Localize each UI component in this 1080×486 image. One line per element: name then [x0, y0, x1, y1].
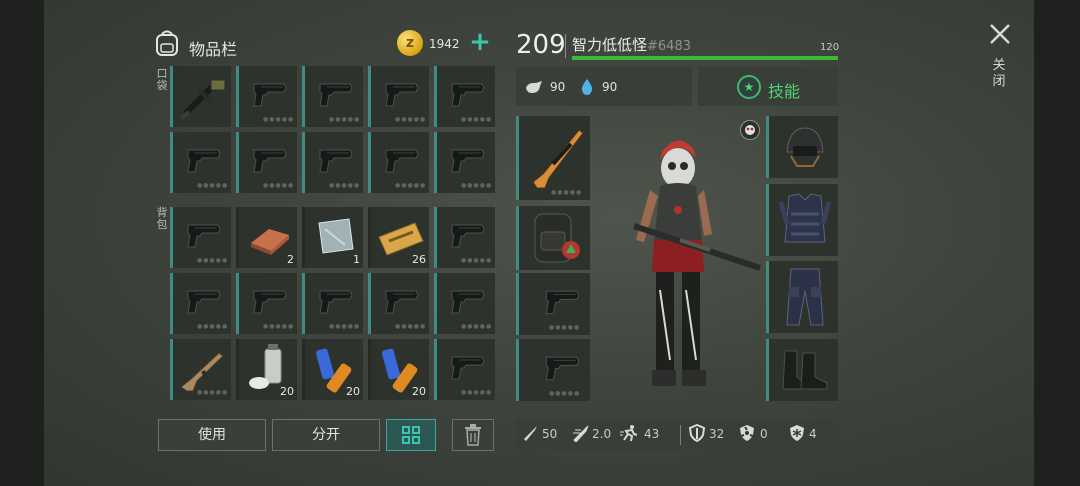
- inventory-slot[interactable]: [170, 66, 231, 127]
- item-quantity: 2: [287, 253, 294, 266]
- inventory-title: 物品栏: [189, 40, 238, 59]
- inventory-slot[interactable]: ●●●●●: [368, 66, 429, 127]
- inventory-slot[interactable]: 20: [368, 339, 429, 400]
- grid-view-button[interactable]: [386, 419, 436, 451]
- food-value: 90: [550, 80, 566, 94]
- item-quantity: 20: [346, 385, 360, 398]
- header-divider: [565, 34, 566, 58]
- equip-slot-backpack[interactable]: [516, 206, 590, 270]
- pants-icon: [786, 268, 824, 326]
- player-name: 智力低低怪: [572, 36, 648, 54]
- character-model: [633, 140, 761, 386]
- xp-bar: [572, 56, 838, 60]
- cold-value: 4: [809, 427, 817, 441]
- running-icon: [620, 425, 638, 442]
- inventory-slot[interactable]: 26: [368, 207, 429, 268]
- grid-icon: [402, 426, 420, 444]
- attack-value: 50: [542, 427, 558, 441]
- add-coins-button[interactable]: +: [468, 29, 492, 55]
- item-quantity: 20: [280, 385, 294, 398]
- body-armor-icon: [778, 193, 832, 243]
- inventory-slot[interactable]: ●●●●●: [170, 339, 231, 400]
- inventory-slot[interactable]: 1: [302, 207, 363, 268]
- close-button-label[interactable]: 关闭: [991, 58, 1007, 90]
- speed-value: 43: [644, 427, 660, 441]
- equip-slot-armor[interactable]: [766, 184, 838, 256]
- attack-icon: [524, 426, 537, 441]
- food-icon: [526, 81, 542, 93]
- inventory-slot[interactable]: ●●●●●: [236, 66, 297, 127]
- pockets-label: 口袋: [156, 67, 168, 92]
- inventory-slot[interactable]: ●●●●●: [170, 132, 231, 193]
- star-icon: ★: [737, 75, 761, 99]
- xp-max: 120: [820, 42, 840, 53]
- player-name-row: 智力低低怪#6483: [572, 34, 691, 55]
- rifle-icon: [532, 129, 584, 189]
- item-quantity: 1: [353, 253, 360, 266]
- inventory-slot[interactable]: ●●●●●: [434, 273, 495, 334]
- delete-button[interactable]: [452, 419, 494, 451]
- clan-badge-icon: [740, 120, 760, 140]
- item-quantity: 20: [412, 385, 426, 398]
- coin-amount: 1942: [429, 37, 460, 51]
- item-quantity: 26: [412, 253, 426, 266]
- inventory-slot[interactable]: ●●●●●: [302, 273, 363, 334]
- inventory-slot[interactable]: ●●●●●: [434, 132, 495, 193]
- backpack-label: 背包: [156, 206, 168, 231]
- inventory-slot[interactable]: ●●●●●: [302, 132, 363, 193]
- radiation-shield-icon: [740, 425, 754, 441]
- coin-icon: z: [397, 30, 423, 56]
- inventory-slot[interactable]: 20: [302, 339, 363, 400]
- backpack-icon: [534, 213, 580, 263]
- inventory-slot[interactable]: ●●●●●: [434, 207, 495, 268]
- player-level: 209: [516, 30, 566, 60]
- inventory-slot[interactable]: ●●●●●: [302, 66, 363, 127]
- cold-shield-icon: [790, 425, 804, 441]
- radiation-value: 0: [760, 427, 768, 441]
- inventory-slot[interactable]: ●●●●●: [170, 273, 231, 334]
- equip-slot-pants[interactable]: [766, 261, 838, 333]
- player-id: #6483: [647, 39, 691, 54]
- equip-slot-weapon[interactable]: ●●●●●: [516, 116, 590, 200]
- inventory-slot[interactable]: 2: [236, 207, 297, 268]
- inventory-slot[interactable]: ●●●●●: [170, 207, 231, 268]
- equip-slot-boots[interactable]: [766, 339, 838, 401]
- attack-speed-icon: [573, 425, 589, 442]
- shield-icon: [688, 424, 706, 442]
- inventory-slot[interactable]: ●●●●●: [236, 273, 297, 334]
- trash-icon: [465, 424, 481, 446]
- skills-label: 技能: [768, 82, 801, 101]
- water-drop-icon: [581, 79, 593, 95]
- equip-slot-pistol[interactable]: ●●●●●: [516, 273, 590, 335]
- crossbow-icon: [179, 79, 226, 120]
- attack-speed-value: 2.0: [592, 427, 612, 441]
- inventory-slot[interactable]: ●●●●●: [368, 273, 429, 334]
- equip-slot-helmet[interactable]: [766, 116, 838, 178]
- water-value: 90: [602, 80, 618, 94]
- inventory-slot[interactable]: ●●●●●: [368, 132, 429, 193]
- use-button[interactable]: 使用: [158, 419, 266, 451]
- helmet-icon: [786, 127, 824, 167]
- inventory-slot[interactable]: ●●●●●: [434, 66, 495, 127]
- backpack-icon: [156, 30, 178, 56]
- equip-slot-pistol[interactable]: ●●●●●: [516, 339, 590, 401]
- defense-value: 32: [709, 427, 725, 441]
- split-button[interactable]: 分开: [272, 419, 380, 451]
- inventory-slot[interactable]: ●●●●●: [434, 339, 495, 400]
- boots-icon: [782, 350, 828, 390]
- stats-divider: [680, 425, 681, 445]
- inventory-slot[interactable]: ●●●●●: [236, 132, 297, 193]
- inventory-slot[interactable]: 20: [236, 339, 297, 400]
- close-icon[interactable]: [988, 22, 1012, 46]
